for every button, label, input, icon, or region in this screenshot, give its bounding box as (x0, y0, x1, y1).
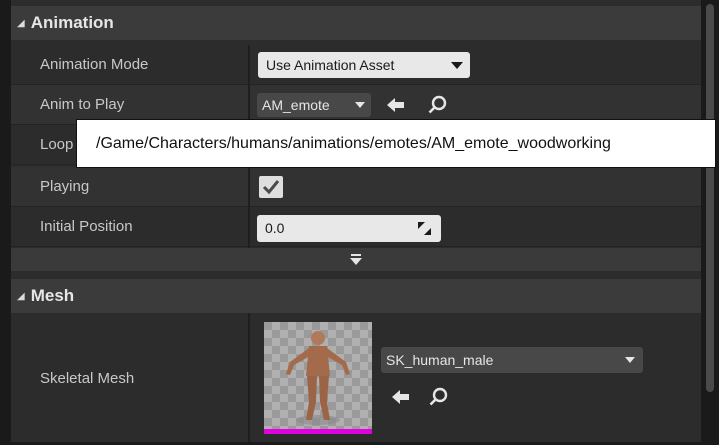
initial-position-label: Initial Position (40, 218, 133, 235)
triangle-down-icon: ◢ (17, 17, 25, 29)
expand-arrow-icon (350, 254, 362, 265)
chevron-down-icon (451, 62, 463, 69)
skeletal-mesh-label: Skeletal Mesh (40, 370, 135, 387)
advanced-expander[interactable] (11, 248, 701, 271)
skeletal-mesh-value: SK_human_male (386, 352, 494, 368)
resize-icon[interactable] (418, 222, 431, 235)
arrow-left-icon[interactable] (386, 96, 406, 114)
search-icon[interactable] (428, 386, 450, 408)
triangle-down-icon: ◢ (17, 290, 25, 302)
thumbnail-asset-color-bar (264, 429, 372, 434)
mesh-category-header[interactable]: ◢ Mesh (11, 279, 701, 313)
animation-category-header[interactable]: ◢ Animation (11, 6, 701, 40)
animation-mode-value: Use Animation Asset (266, 57, 395, 73)
initial-position-input[interactable]: 0.0 (257, 215, 441, 242)
anim-to-play-value: AM_emote (262, 97, 330, 113)
column-divider[interactable] (248, 313, 250, 442)
initial-position-value: 0.0 (265, 220, 285, 236)
animation-mode-label: Animation Mode (40, 56, 149, 73)
search-icon[interactable] (427, 94, 449, 116)
asset-path-tooltip: /Game/Characters/humans/animations/emote… (76, 119, 716, 168)
vertical-scrollbar[interactable] (705, 4, 715, 442)
mesh-category-title: Mesh (30, 286, 75, 305)
human-figure-preview (286, 331, 350, 425)
playing-checkbox[interactable] (259, 176, 283, 198)
skeletal-mesh-thumbnail[interactable] (264, 322, 372, 434)
playing-label: Playing (40, 178, 90, 195)
arrow-left-icon[interactable] (391, 388, 411, 406)
chevron-down-icon (625, 357, 635, 363)
playing-row: Playing (11, 167, 701, 207)
skeletal-mesh-dropdown[interactable]: SK_human_male (381, 347, 643, 373)
anim-to-play-dropdown[interactable]: AM_emote (257, 93, 371, 117)
animation-mode-dropdown[interactable]: Use Animation Asset (258, 52, 470, 78)
checkmark-icon (262, 180, 280, 195)
scrollbar-thumb[interactable] (706, 4, 714, 392)
looping-label: Loop (40, 136, 74, 153)
chevron-down-icon (355, 102, 365, 108)
animation-category-title: Animation (30, 13, 114, 32)
